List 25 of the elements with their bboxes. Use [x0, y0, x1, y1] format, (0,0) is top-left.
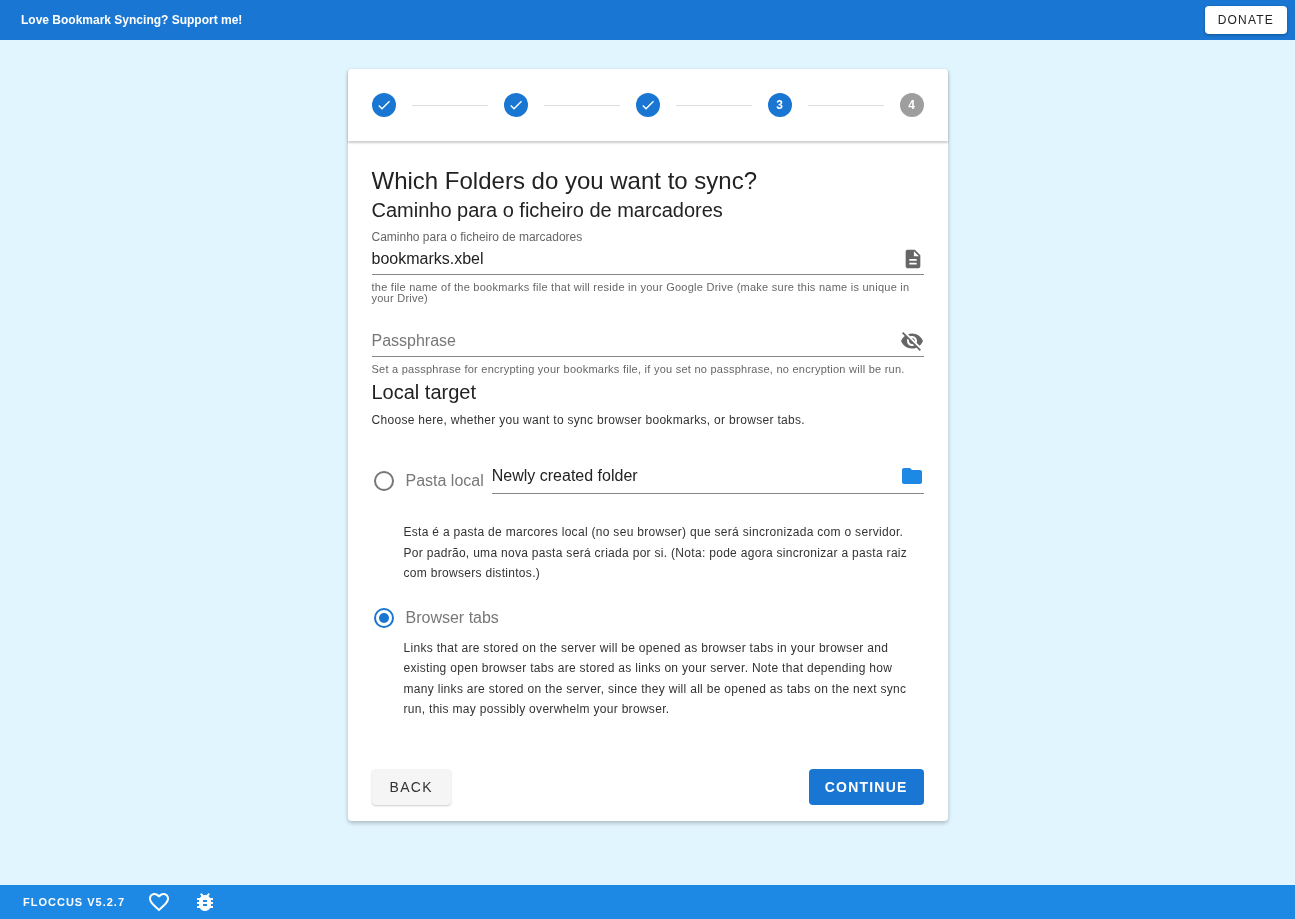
radio-button[interactable] [373, 470, 394, 491]
eye-off-icon[interactable] [899, 329, 924, 353]
section-description: Choose here, whether you want to sync browser bookmarks, or browser tabs. [371, 413, 806, 427]
step-number: 3 [767, 93, 792, 117]
file-path-field[interactable]: bookmarks.xbel [371, 244, 924, 275]
field-hint: Set a passphrase for encrypting your bookmarks file, if you set no passphrase, no encryption will be run. [371, 364, 906, 375]
option-description: Esta é a pasta de marcores local (no seu browser) que será sincronizada com o servidor. Por padrão, uma nova pasta será criada por si. (Nota: pode agora sincronizar a pasta raiz com browsers distintos.) [402, 524, 909, 582]
section-heading: Local target [371, 381, 477, 404]
passphrase-field[interactable]: Passphrase [371, 326, 924, 357]
donate-button[interactable]: DONATE [1204, 6, 1287, 34]
step-number: 4 [899, 93, 924, 117]
continue-button[interactable]: CONTINUE [808, 769, 924, 805]
option-label: Pasta local [405, 471, 484, 490]
folder-field[interactable]: Newly created folder [491, 459, 924, 494]
radio-button[interactable] [373, 607, 394, 628]
option-description: Links that are stored on the server will be opened as browser tabs in your browser and existing open browser tabs are stored as links on your server. Note that depending how many links are stored on the server, since they will all be opened as tabs on the next sync run, this may possibly overwhelm your browser. [402, 639, 908, 718]
back-button[interactable]: BACK [371, 769, 451, 805]
page-title: Which Folders do you want to sync? [371, 167, 758, 195]
field-label: Caminho para o ficheiro de marcadores [371, 230, 584, 244]
heart-icon[interactable] [147, 890, 172, 914]
section-heading: Caminho para o ficheiro de marcadores [371, 199, 724, 222]
version-label: FLOCCUS V5.2.7 [23, 896, 126, 908]
option-label: Browser tabs [405, 608, 499, 627]
field-hint: the file name of the bookmarks file that will reside in your Google Drive (make sure this name is unique in your Drive) [371, 282, 911, 304]
support-message: Love Bookmark Syncing? Support me! [21, 13, 243, 27]
